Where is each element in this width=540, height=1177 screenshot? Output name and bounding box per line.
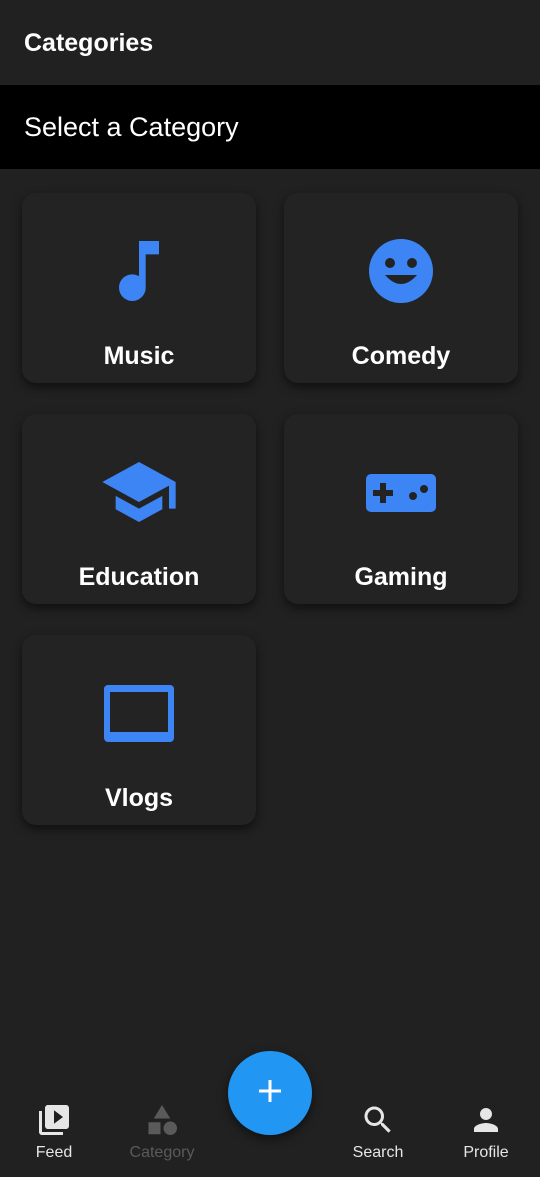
app-bar: Categories [0,0,540,85]
nav-label: Profile [463,1144,509,1161]
section-header-text: Select a Category [24,112,239,142]
app-screen: Categories Select a Category Music Comed… [0,0,540,1177]
category-label: Music [103,342,175,370]
category-card-vlogs[interactable]: Vlogs [22,635,256,825]
search-icon [360,1102,396,1138]
tv-screen-icon [99,673,179,753]
nav-label: Category [129,1144,195,1161]
plus-icon [256,1077,284,1110]
nav-label: Feed [35,1144,73,1161]
nav-item-profile[interactable]: Profile [436,1102,536,1172]
nav-item-search[interactable]: Search [328,1102,428,1172]
nav-label: Search [352,1144,404,1161]
category-card-gaming[interactable]: Gaming [284,414,518,604]
section-header: Select a Category [0,85,540,169]
category-card-education[interactable]: Education [22,414,256,604]
page-title: Categories [24,29,154,57]
person-icon [468,1102,504,1138]
music-note-icon [99,231,179,311]
nav-item-feed[interactable]: Feed [4,1102,104,1172]
category-label: Gaming [354,563,448,591]
category-label: Education [78,563,200,591]
category-card-music[interactable]: Music [22,193,256,383]
gamepad-icon [361,452,441,532]
nav-item-category[interactable]: Category [112,1102,212,1172]
category-label: Comedy [351,342,451,370]
add-fab-button[interactable] [228,1051,312,1135]
shapes-icon [144,1102,180,1138]
graduation-cap-icon [99,452,179,532]
video-library-icon [36,1102,72,1138]
category-card-comedy[interactable]: Comedy [284,193,518,383]
category-label: Vlogs [104,784,174,812]
smiley-face-icon [361,231,441,311]
